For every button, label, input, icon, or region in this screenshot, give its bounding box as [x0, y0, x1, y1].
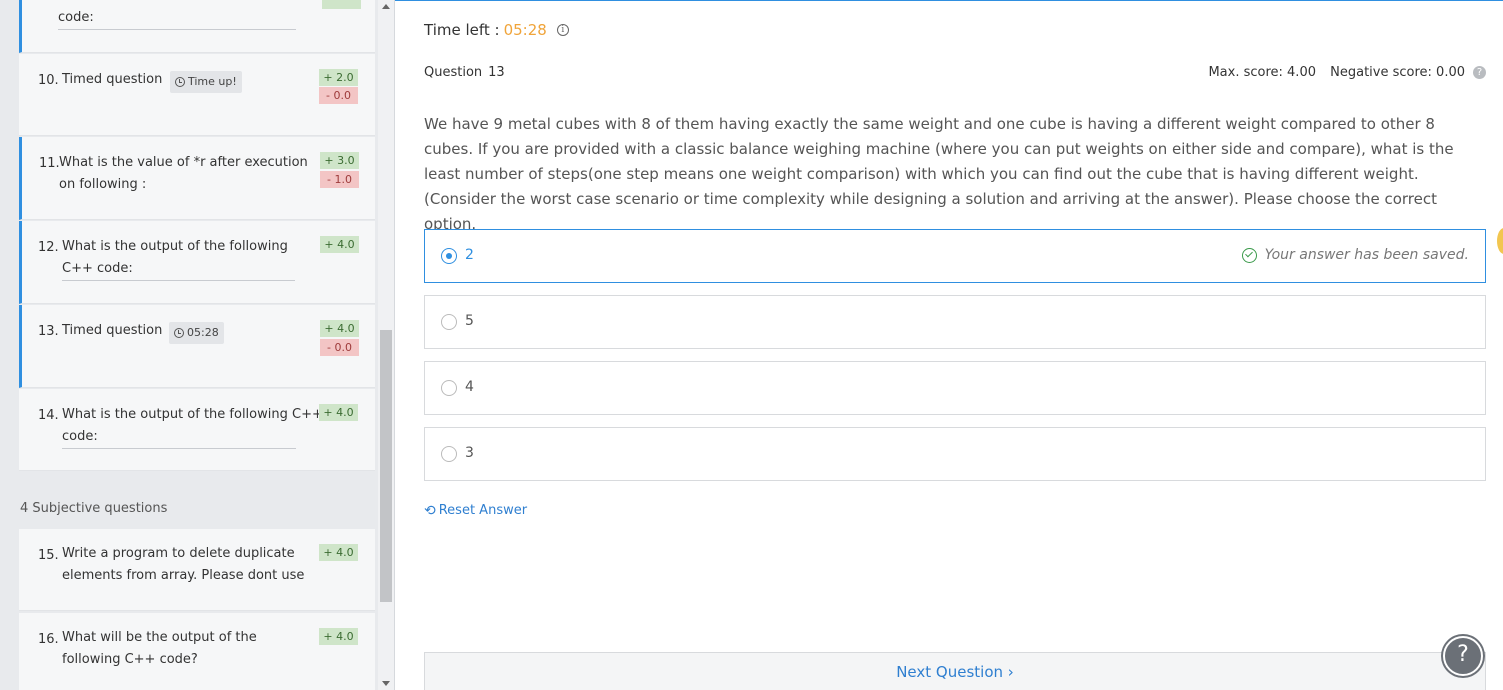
item-number: 16. [38, 632, 59, 647]
positive-score-badge [322, 0, 361, 9]
item-title: What is the output of the following [62, 239, 288, 254]
item-number: 12. [38, 240, 59, 255]
item-number: 11. [39, 156, 60, 171]
item-title: Write a program to delete duplicate [62, 546, 295, 561]
item-title: Timed question [62, 323, 163, 338]
time-tag: Time up! [170, 71, 242, 93]
question-sidebar: code: 10. Timed question Time up! + 2.0 … [0, 0, 395, 690]
item-number: 14. [38, 408, 59, 423]
positive-score-badge: + 3.0 [320, 152, 359, 169]
item-number: 10. [38, 73, 59, 88]
item-title: What is the output of the following C++ [62, 407, 323, 422]
timer: Time left : 05:28 i [424, 21, 569, 39]
item-title: Timed question [62, 72, 163, 87]
radio-button[interactable] [441, 248, 457, 264]
item-number: 13. [38, 324, 59, 339]
item-title-line2: elements from array. Please dont use [62, 568, 305, 583]
time-tag: 05:28 [169, 322, 224, 344]
option-3[interactable]: 4 [424, 361, 1486, 415]
saved-message: Your answer has been saved. [1264, 247, 1469, 263]
list-item-11[interactable]: 11. What is the value of *r after execut… [19, 137, 375, 220]
radio-button[interactable] [441, 380, 457, 396]
question-text: We have 9 metal cubes with 8 of them hav… [424, 115, 1454, 233]
reset-answer-button[interactable]: ⟲ Reset Answer [424, 503, 527, 518]
timer-label: Time left : [424, 21, 500, 39]
item-title-line2: C++ code: [62, 258, 295, 281]
saved-status: Your answer has been saved. [1241, 247, 1469, 263]
positive-score-badge: + 4.0 [319, 404, 358, 421]
section-label: 4 Subjective questions [20, 501, 168, 516]
list-item-12[interactable]: 12. What is the output of the following … [19, 221, 375, 304]
timer-value: 05:28 [503, 21, 547, 39]
item-title: What will be the output of the [62, 630, 257, 645]
option-4[interactable]: 3 [424, 427, 1486, 481]
item-number: 15. [38, 548, 59, 563]
option-label: 4 [465, 379, 474, 395]
list-item-partial[interactable]: code: [19, 0, 375, 53]
reset-label: Reset Answer [438, 503, 528, 518]
radio-button[interactable] [441, 446, 457, 462]
next-question-bar: Next Question › [424, 652, 1486, 690]
item-title: code: [58, 7, 296, 30]
list-item-16[interactable]: 16. What will be the output of the follo… [19, 613, 375, 690]
negative-score-badge: - 0.0 [320, 339, 359, 356]
list-item-10[interactable]: 10. Timed question Time up! + 2.0 - 0.0 [19, 54, 375, 136]
negative-score: Negative score: 0.00 [1330, 65, 1465, 80]
help-icon[interactable]: ? [1473, 66, 1486, 79]
option-label: 5 [465, 313, 474, 329]
scroll-thumb[interactable] [380, 330, 392, 602]
info-icon[interactable]: i [556, 24, 569, 36]
positive-score-badge: + 2.0 [319, 69, 358, 86]
list-item-14[interactable]: 14. What is the output of the following … [19, 389, 375, 471]
positive-score-badge: + 4.0 [319, 628, 358, 645]
sidebar-scrollbar[interactable] [378, 0, 394, 690]
question-panel: Time left : 05:28 i Question 13 Max. scor… [395, 0, 1503, 690]
negative-score-badge: - 1.0 [320, 171, 359, 188]
option-label: 3 [465, 445, 474, 461]
negative-score-badge: - 0.0 [319, 87, 358, 104]
clock-icon [174, 328, 184, 338]
item-title-line2: following C++ code? [62, 652, 198, 667]
option-1[interactable]: 2 Your answer has been saved. [424, 229, 1486, 283]
item-title-line2: on following : [59, 177, 147, 192]
undo-icon: ⟲ [424, 502, 436, 519]
list-item-15[interactable]: 15. Write a program to delete duplicate … [19, 529, 375, 611]
radio-button[interactable] [441, 314, 457, 330]
max-score: Max. score: 4.00 [1208, 65, 1316, 80]
positive-score-badge: + 4.0 [319, 544, 358, 561]
help-bubble-icon[interactable]: ? [1443, 636, 1483, 676]
scroll-down-icon[interactable] [382, 681, 390, 686]
question-number: 13 [488, 65, 505, 80]
item-title-line2: code: [62, 426, 296, 449]
list-item-13[interactable]: 13. Timed question 05:28 + 4.0 - 0.0 [19, 305, 375, 388]
clock-icon [175, 77, 185, 87]
option-2[interactable]: 5 [424, 295, 1486, 349]
positive-score-badge: + 4.0 [320, 236, 359, 253]
question-label: Question [424, 65, 483, 80]
question-header: Question 13 [424, 65, 505, 80]
item-title: What is the value of *r after execution [59, 155, 308, 170]
score-info: Max. score: 4.00 Negative score: 0.00 [1208, 65, 1465, 80]
next-question-button[interactable]: Next Question › [425, 663, 1485, 681]
option-label: 2 [465, 247, 474, 263]
positive-score-badge: + 4.0 [320, 320, 359, 337]
check-circle-icon [1241, 247, 1257, 263]
scroll-up-icon[interactable] [382, 4, 390, 9]
